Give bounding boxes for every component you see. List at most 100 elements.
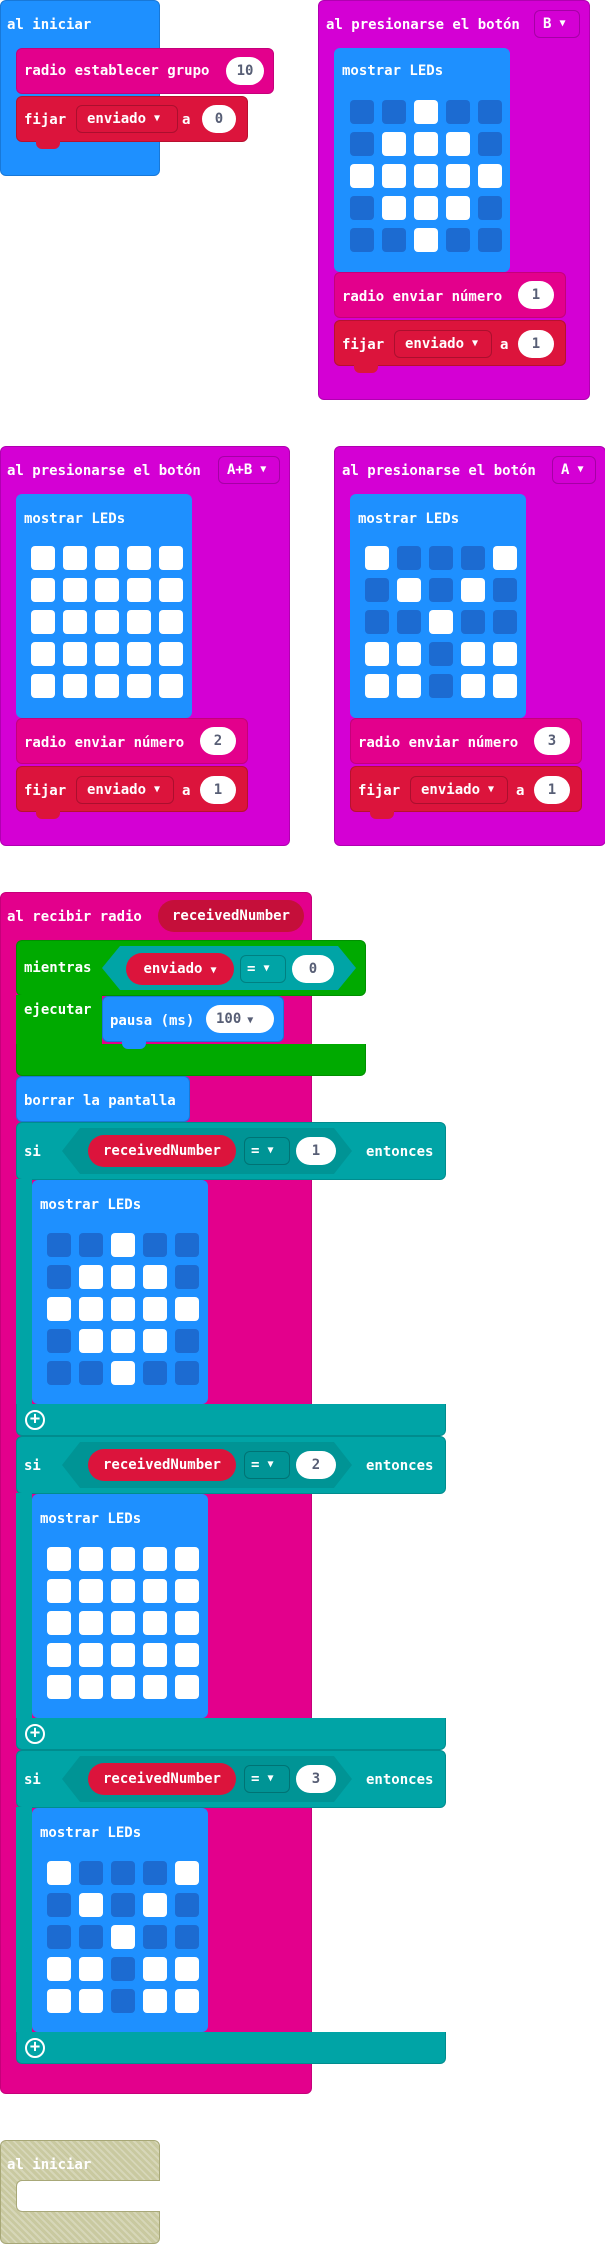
led-on[interactable] — [143, 1579, 167, 1603]
compare-op-dropdown[interactable]: = ▼ — [244, 1765, 290, 1793]
variable-dropdown[interactable]: enviado ▼ — [76, 105, 178, 133]
led-on[interactable] — [143, 1957, 167, 1981]
compare-value[interactable]: 2 — [296, 1451, 336, 1479]
led-on[interactable] — [350, 164, 374, 188]
led-on[interactable] — [175, 1643, 199, 1667]
led-on[interactable] — [175, 1989, 199, 2013]
led-on[interactable] — [63, 642, 87, 666]
led-off[interactable] — [397, 610, 421, 634]
led-grid[interactable] — [350, 100, 502, 252]
led-on[interactable] — [382, 196, 406, 220]
led-off[interactable] — [175, 1893, 199, 1917]
led-on[interactable] — [79, 1611, 103, 1635]
led-on[interactable] — [143, 1989, 167, 2013]
led-on[interactable] — [159, 578, 183, 602]
led-on[interactable] — [79, 1547, 103, 1571]
led-off[interactable] — [350, 196, 374, 220]
led-on[interactable] — [111, 1329, 135, 1353]
set-value[interactable]: 1 — [200, 776, 236, 804]
button-b-dropdown[interactable]: B ▼ — [534, 10, 580, 38]
led-off[interactable] — [493, 610, 517, 634]
led-grid[interactable] — [365, 546, 517, 698]
led-on[interactable] — [127, 642, 151, 666]
led-on[interactable] — [143, 1297, 167, 1321]
led-off[interactable] — [79, 1925, 103, 1949]
led-off[interactable] — [365, 578, 389, 602]
led-on[interactable] — [127, 578, 151, 602]
led-off[interactable] — [175, 1233, 199, 1257]
received-number-reporter[interactable]: receivedNumber — [88, 1449, 236, 1481]
led-on[interactable] — [365, 546, 389, 570]
led-on[interactable] — [63, 610, 87, 634]
led-off[interactable] — [397, 546, 421, 570]
compare-value[interactable]: 1 — [296, 1137, 336, 1165]
led-on[interactable] — [111, 1643, 135, 1667]
led-on[interactable] — [493, 546, 517, 570]
led-off[interactable] — [493, 578, 517, 602]
led-on[interactable] — [461, 642, 485, 666]
led-off[interactable] — [461, 546, 485, 570]
led-on[interactable] — [111, 1579, 135, 1603]
led-on[interactable] — [175, 1861, 199, 1885]
led-off[interactable] — [143, 1925, 167, 1949]
led-on[interactable] — [111, 1675, 135, 1699]
led-on[interactable] — [111, 1611, 135, 1635]
led-on[interactable] — [493, 674, 517, 698]
radio-group-value[interactable]: 10 — [226, 57, 264, 85]
led-on[interactable] — [79, 1957, 103, 1981]
led-on[interactable] — [397, 642, 421, 666]
radio-send-value[interactable]: 3 — [534, 727, 570, 755]
led-on[interactable] — [79, 1989, 103, 2013]
variable-dropdown[interactable]: enviado ▼ — [76, 776, 174, 804]
led-on[interactable] — [111, 1265, 135, 1289]
led-off[interactable] — [382, 100, 406, 124]
led-off[interactable] — [175, 1361, 199, 1385]
led-off[interactable] — [79, 1861, 103, 1885]
led-on[interactable] — [111, 1547, 135, 1571]
led-on[interactable] — [429, 610, 453, 634]
led-off[interactable] — [143, 1861, 167, 1885]
led-on[interactable] — [31, 578, 55, 602]
led-on[interactable] — [79, 1893, 103, 1917]
led-on[interactable] — [414, 100, 438, 124]
led-off[interactable] — [365, 610, 389, 634]
led-on[interactable] — [175, 1957, 199, 1981]
led-on[interactable] — [446, 164, 470, 188]
led-on[interactable] — [143, 1893, 167, 1917]
led-on[interactable] — [95, 642, 119, 666]
led-on[interactable] — [159, 674, 183, 698]
led-off[interactable] — [429, 578, 453, 602]
led-on[interactable] — [175, 1579, 199, 1603]
led-off[interactable] — [446, 228, 470, 252]
compare-op-dropdown[interactable]: = ▼ — [240, 955, 286, 983]
led-on[interactable] — [47, 1861, 71, 1885]
led-on[interactable] — [79, 1579, 103, 1603]
led-on[interactable] — [127, 610, 151, 634]
led-on[interactable] — [127, 674, 151, 698]
led-off[interactable] — [478, 100, 502, 124]
led-on[interactable] — [365, 642, 389, 666]
while-value[interactable]: 0 — [292, 955, 334, 983]
led-on[interactable] — [63, 578, 87, 602]
led-on[interactable] — [31, 642, 55, 666]
led-on[interactable] — [414, 196, 438, 220]
led-off[interactable] — [47, 1361, 71, 1385]
add-else-icon[interactable]: + — [25, 1410, 45, 1430]
led-on[interactable] — [365, 674, 389, 698]
led-on[interactable] — [31, 610, 55, 634]
compare-op-dropdown[interactable]: = ▼ — [244, 1451, 290, 1479]
led-on[interactable] — [111, 1297, 135, 1321]
led-on[interactable] — [95, 546, 119, 570]
led-on[interactable] — [79, 1675, 103, 1699]
button-ab-dropdown[interactable]: A+B ▼ — [218, 456, 280, 484]
led-off[interactable] — [47, 1893, 71, 1917]
led-on[interactable] — [175, 1297, 199, 1321]
led-off[interactable] — [79, 1233, 103, 1257]
led-off[interactable] — [478, 228, 502, 252]
led-on[interactable] — [47, 1989, 71, 2013]
led-off[interactable] — [47, 1925, 71, 1949]
led-on[interactable] — [143, 1547, 167, 1571]
led-off[interactable] — [143, 1361, 167, 1385]
led-off[interactable] — [461, 610, 485, 634]
led-on[interactable] — [95, 674, 119, 698]
